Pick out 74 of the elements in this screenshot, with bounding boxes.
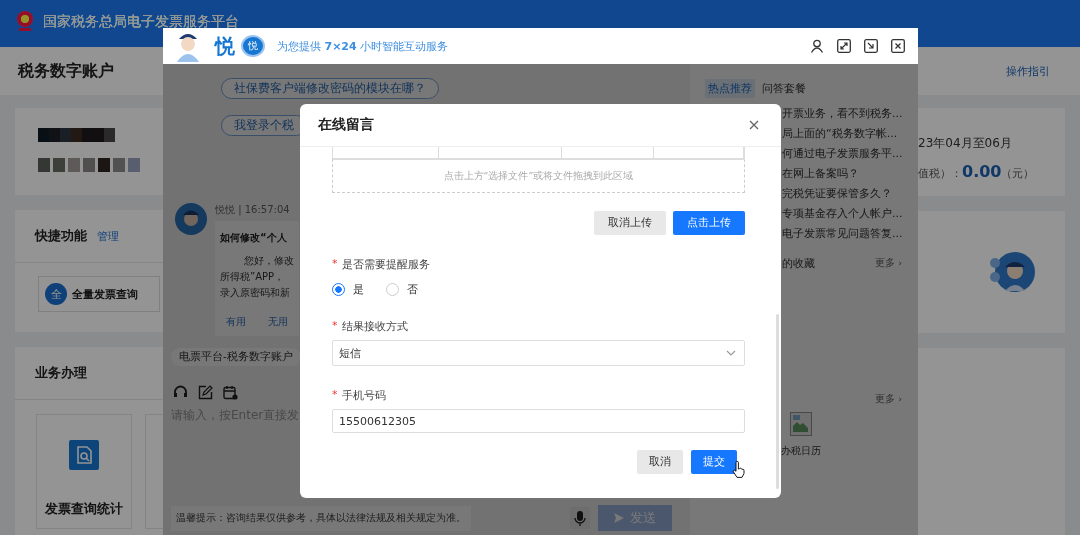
expand-icon[interactable] xyxy=(837,39,851,53)
section-title: 业务办理 xyxy=(35,364,87,382)
period-text: 23年04月至06月 xyxy=(918,135,1013,152)
page-title: 税务数字账户 xyxy=(18,60,114,82)
faq-item[interactable]: 电子发票常见问题答复... xyxy=(782,224,918,244)
drop-zone[interactable]: 点击上方“选择文件”或将文件拖拽到此区域 xyxy=(332,159,745,193)
unit-label: （元） xyxy=(1001,166,1035,181)
field-label: 手机号码 xyxy=(341,388,386,403)
faq-item[interactable]: 专项基金存入个人帐户... xyxy=(782,204,918,224)
headset-icon[interactable] xyxy=(173,385,188,400)
calendar-icon[interactable] xyxy=(223,385,238,400)
close-icon[interactable] xyxy=(891,39,905,53)
dialog-button[interactable]: 取消 xyxy=(637,450,683,474)
faq-item[interactable]: 开票业务，看不到税务... xyxy=(782,104,918,124)
faq-item[interactable]: 局上面的“税务数字帐... xyxy=(782,124,918,144)
more-link[interactable]: 更多 › xyxy=(875,257,902,270)
manage-link[interactable]: 管理 xyxy=(97,228,119,244)
radio-label[interactable]: 是 xyxy=(353,282,364,297)
emblem-icon xyxy=(15,10,35,32)
faq-item[interactable]: 完税凭证要保管多久？ xyxy=(782,184,918,204)
upload-button[interactable]: 点击上传 xyxy=(673,211,745,235)
message-text: 录入原密码和新 xyxy=(220,286,290,300)
brand-badge: 悦 xyxy=(241,35,265,57)
radio-label[interactable]: 否 xyxy=(407,282,418,297)
business-tile[interactable]: 发票查询统计 xyxy=(36,414,132,529)
microphone-icon[interactable] xyxy=(570,507,590,529)
faq-item[interactable]: 在网上备案吗？ xyxy=(782,164,918,184)
mascot-drawing[interactable] xyxy=(989,251,1035,293)
feedback-link[interactable]: 有用 xyxy=(226,315,246,329)
required-mark: * xyxy=(332,257,338,272)
more-link[interactable]: 更多 › xyxy=(875,393,902,406)
chevron-down-icon xyxy=(726,350,736,356)
section-title: 快捷功能 xyxy=(35,227,87,245)
radio-button[interactable] xyxy=(386,283,399,296)
faq-item[interactable]: 何通过电子发票服务平... xyxy=(782,144,918,164)
minimize-icon[interactable] xyxy=(864,39,878,53)
feedback-link[interactable]: 无用 xyxy=(268,315,288,329)
search-document-icon xyxy=(69,439,99,470)
field-label: 结果接收方式 xyxy=(341,319,408,334)
guide-link[interactable]: 操作指引 xyxy=(1006,63,1050,79)
send-icon xyxy=(614,513,624,523)
required-mark: * xyxy=(332,388,338,403)
quick-icon: 全 xyxy=(45,283,67,305)
user-icon[interactable] xyxy=(810,39,824,53)
disclaimer-text: 温馨提示：咨询结果仅供参考，具体以法律法规及相关规定为准。 xyxy=(171,505,471,531)
calendar-label[interactable]: 办税日历 xyxy=(781,444,821,458)
quick-item[interactable]: 全 全量发票查询 xyxy=(38,276,160,312)
required-mark: * xyxy=(332,319,338,334)
panel-tab[interactable]: 热点推荐 xyxy=(705,79,755,98)
field-label: 是否需要提醒服务 xyxy=(341,257,430,272)
suggestion-chip[interactable]: 社保费客户端修改密码的模块在哪？ xyxy=(221,78,439,99)
dialog-button[interactable]: 提交 xyxy=(691,450,737,474)
upload-button[interactable]: 取消上传 xyxy=(594,211,666,235)
tax-amount: 0.00 xyxy=(962,162,1002,181)
drop-hint: 点击上方“选择文件”或将文件拖拽到此区域 xyxy=(443,169,634,183)
brand-logo: 悦 xyxy=(215,32,235,60)
dialog-title: 在线留言 xyxy=(318,116,374,134)
select-field[interactable]: 短信 xyxy=(332,340,745,366)
radio-button[interactable] xyxy=(332,283,345,296)
message-title: 如何修改“个人 xyxy=(220,231,287,245)
tax-label: 值税）： xyxy=(918,166,962,181)
message-text: 您好，修改 xyxy=(243,254,294,268)
edit-icon[interactable] xyxy=(198,385,213,400)
close-icon[interactable] xyxy=(749,120,759,130)
message-meta: 悦悦 | 16:57:04 xyxy=(215,203,291,217)
panel-tab[interactable]: 问答套餐 xyxy=(759,79,809,98)
message-text: 所得税”APP， xyxy=(220,270,285,284)
site-title: 国家税务总局电子发票服务平台 xyxy=(43,13,239,29)
avatar-icon xyxy=(175,203,207,235)
phone-field[interactable]: 15500612305 xyxy=(332,409,745,433)
hand-cursor-icon xyxy=(732,461,745,478)
context-chip[interactable]: 电票平台-税务数字账户 xyxy=(171,348,301,366)
tagline: 为您提供 7×24 小时智能互动服务 xyxy=(277,38,449,54)
section-title: 的收藏 xyxy=(782,256,815,271)
